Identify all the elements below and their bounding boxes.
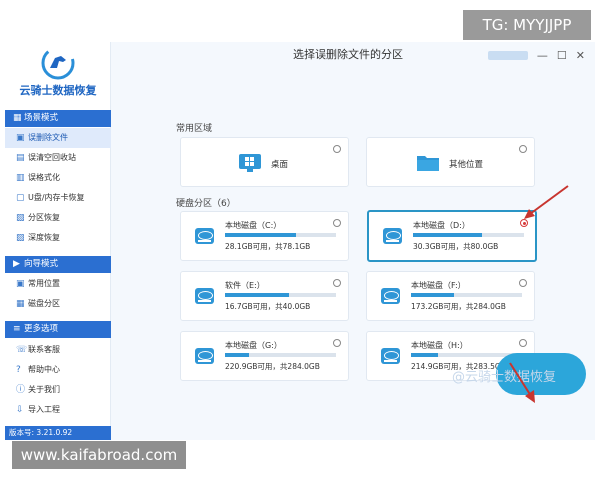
disk-usage-bar xyxy=(225,293,336,297)
sidebar-item-format[interactable]: ▥ 误格式化 xyxy=(5,168,111,188)
disk-name: 本地磁盘（G:） xyxy=(225,341,282,350)
disk-card-g[interactable]: 本地磁盘（G:） 220.9GB可用，共284.0GB xyxy=(180,331,349,381)
sidebar-item-usb-card[interactable]: ▢ U盘/内存卡恢复 xyxy=(5,188,111,208)
format-icon: ▥ xyxy=(16,173,25,183)
app-name: 云骑士数据恢复 xyxy=(19,84,97,97)
sidebar-item-contact-support[interactable]: ☏联系客服 xyxy=(5,340,111,360)
radio-other-location[interactable] xyxy=(519,145,527,153)
section-wizard-mode: ▶ 向导模式 xyxy=(5,256,111,273)
hard-disk-icon xyxy=(195,348,214,364)
disk-usage-fill xyxy=(225,353,250,357)
sidebar-item-common-locations[interactable]: ▣ 常用位置 xyxy=(5,274,111,294)
windows-desktop-icon xyxy=(239,154,261,172)
disk-name: 本地磁盘（F:） xyxy=(411,281,466,290)
sidebar-item-help-center[interactable]: ? 帮助中心 xyxy=(5,360,111,380)
hard-disk-icon xyxy=(381,288,400,304)
disk-name: 软件（E:） xyxy=(225,281,265,290)
info-icon: ⓘ xyxy=(16,385,26,395)
radio-desktop[interactable] xyxy=(333,145,341,153)
sidebar-item-deleted-files[interactable]: ▣ 误删除文件 xyxy=(5,128,111,148)
disk-usage-fill xyxy=(225,293,290,297)
disk-usage-fill xyxy=(413,233,482,237)
location-card-other[interactable]: 其他位置 xyxy=(366,137,535,187)
disk-usage-bar xyxy=(225,353,336,357)
disk-capacity: 30.3GB可用，共80.0GB xyxy=(413,242,499,251)
version-label: 版本号: 3.21.0.92 xyxy=(5,426,111,440)
disk-name: 本地磁盘（C:） xyxy=(225,221,282,230)
disk-usage-fill xyxy=(411,353,438,357)
page-title: 选择误删除文件的分区 xyxy=(293,48,403,61)
radio-disk-h[interactable] xyxy=(519,339,527,347)
import-icon: ⇩ xyxy=(16,405,24,415)
sidebar: 云骑士数据恢复 ▦ 场景模式 ▣ 误删除文件 ▤ 误清空回收站 ▥ 误格式化 ▢ U盘/内… xyxy=(5,42,111,440)
disk-section-label: 硬盘分区（6） xyxy=(176,199,236,209)
disk-card-d[interactable]: 本地磁盘（D:） 30.3GB可用，共80.0GB xyxy=(367,210,537,262)
disk-usage-fill xyxy=(225,233,297,237)
location-label-other: 其他位置 xyxy=(449,160,484,170)
tg-badge: TG: MYYJJPP xyxy=(463,10,591,40)
file-delete-icon: ▣ xyxy=(16,133,25,143)
section-scene-mode: ▦ 场景模式 xyxy=(5,110,111,127)
hard-disk-icon xyxy=(195,288,214,304)
disk-capacity: 16.7GB可用，共40.0GB xyxy=(225,302,311,311)
radio-disk-e[interactable] xyxy=(333,279,341,287)
disk-card-f[interactable]: 本地磁盘（F:） 173.2GB可用，共284.0GB xyxy=(366,271,535,321)
wizard-icon: ▶ xyxy=(13,259,20,269)
usb-icon: ▢ xyxy=(16,193,25,203)
partition-icon: ▧ xyxy=(16,213,25,223)
radio-disk-g[interactable] xyxy=(333,339,341,347)
help-icon: ? xyxy=(16,365,21,375)
menu-icon: ≡ xyxy=(13,324,21,334)
disk-usage-bar xyxy=(413,233,524,237)
sidebar-item-partition-recovery[interactable]: ▧ 分区恢复 xyxy=(5,208,111,228)
sidebar-item-about-us[interactable]: ⓘ 关于我们 xyxy=(5,380,111,400)
disk-capacity: 28.1GB可用，共78.1GB xyxy=(225,242,311,251)
horse-logo-icon xyxy=(41,46,75,80)
common-area-label: 常用区域 xyxy=(176,124,213,134)
app-logo: 云骑士数据恢复 xyxy=(5,42,111,104)
radio-disk-d-selected[interactable] xyxy=(520,219,528,227)
sidebar-item-recycle-bin[interactable]: ▤ 误清空回收站 xyxy=(5,148,111,168)
disk-capacity: 173.2GB可用，共284.0GB xyxy=(411,302,506,311)
hard-disk-icon xyxy=(381,348,400,364)
location-card-desktop[interactable]: 桌面 xyxy=(180,137,349,187)
disk-partition-icon: ▦ xyxy=(16,299,25,309)
section-more-options: ≡ 更多选项 xyxy=(5,321,111,338)
disk-usage-bar xyxy=(411,293,522,297)
site-badge: www.kaifabroad.com xyxy=(12,441,186,469)
hard-disk-icon xyxy=(195,228,214,244)
headset-icon: ☏ xyxy=(16,345,28,355)
deep-scan-icon: ▨ xyxy=(16,233,25,243)
disk-usage-bar xyxy=(225,233,336,237)
disk-usage-fill xyxy=(411,293,455,297)
disk-card-e[interactable]: 软件（E:） 16.7GB可用，共40.0GB xyxy=(180,271,349,321)
disk-card-c[interactable]: 本地磁盘（C:） 28.1GB可用，共78.1GB xyxy=(180,211,349,261)
recycle-bin-icon: ▤ xyxy=(16,153,25,163)
radio-disk-f[interactable] xyxy=(519,279,527,287)
sidebar-item-deep-recovery[interactable]: ▨ 深度恢复 xyxy=(5,228,111,248)
disk-name: 本地磁盘（H:） xyxy=(411,341,468,350)
location-label-desktop: 桌面 xyxy=(271,160,289,170)
radio-disk-c[interactable] xyxy=(333,219,341,227)
sidebar-item-disk-partitions[interactable]: ▦ 磁盘分区 xyxy=(5,294,111,314)
folder-icon xyxy=(417,156,439,171)
sidebar-item-import-project[interactable]: ⇩ 导入工程 xyxy=(5,400,111,420)
grid-icon: ▦ xyxy=(13,113,22,123)
hard-disk-icon xyxy=(383,228,402,244)
disk-capacity: 220.9GB可用，共284.0GB xyxy=(225,362,320,371)
location-icon: ▣ xyxy=(16,279,25,289)
disk-name: 本地磁盘（D:） xyxy=(413,221,470,230)
watermark-text: @云骑士数据恢复 xyxy=(452,370,557,385)
